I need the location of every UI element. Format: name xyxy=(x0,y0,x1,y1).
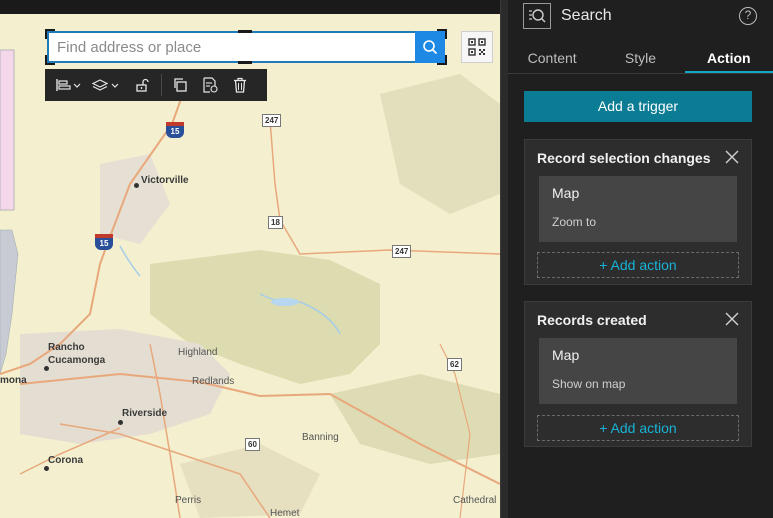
place-dot xyxy=(118,420,123,425)
place-label: Rancho xyxy=(48,342,85,353)
place-dot xyxy=(44,366,49,371)
tab-action[interactable]: Action xyxy=(684,42,773,73)
action-target: Map xyxy=(552,347,580,363)
unlock-icon xyxy=(136,78,149,92)
place-label: Cucamonga xyxy=(48,355,106,366)
action-item[interactable]: Map Show on map xyxy=(539,338,737,404)
app-root: Victorville Rancho Cucamonga Highland Re… xyxy=(0,0,773,518)
map-top-bar xyxy=(0,0,500,14)
resize-handle-top-left[interactable] xyxy=(45,29,55,39)
close-icon[interactable] xyxy=(725,312,739,326)
add-trigger-button[interactable]: Add a trigger xyxy=(524,91,752,122)
map-view[interactable]: Victorville Rancho Cucamonga Highland Re… xyxy=(0,0,500,518)
panel-tabs: Content Style Action xyxy=(508,42,773,74)
toolbar-divider xyxy=(161,74,162,96)
place-label: Corona xyxy=(48,455,83,466)
delete-button[interactable] xyxy=(226,69,254,101)
search-input[interactable] xyxy=(49,34,409,60)
place-dot xyxy=(134,183,139,188)
resize-handle-top-right[interactable] xyxy=(437,29,447,39)
close-icon[interactable] xyxy=(725,150,739,164)
copy-icon xyxy=(174,78,187,92)
search-icon xyxy=(529,9,546,23)
place-label: Highland xyxy=(178,347,218,358)
place-dot xyxy=(44,466,49,471)
tab-content[interactable]: Content xyxy=(508,42,596,73)
place-label: Perris xyxy=(175,495,202,506)
search-icon xyxy=(423,40,438,55)
resize-handle-bottom[interactable] xyxy=(238,61,252,64)
resize-handle-bottom-left[interactable] xyxy=(45,55,55,65)
route-shield: 247 xyxy=(262,114,282,127)
trigger-title: Record selection changes xyxy=(537,150,711,166)
resize-handle-bottom-right[interactable] xyxy=(437,55,447,65)
action-description: Show on map xyxy=(552,377,626,391)
settings-panel: Search ? Content Style Action Add a trig… xyxy=(508,0,773,518)
place-label: Redlands xyxy=(192,376,235,387)
interstate-shield: 15 xyxy=(95,234,113,250)
place-label: mona xyxy=(0,375,27,386)
layers-icon xyxy=(91,79,119,91)
align-left-icon xyxy=(56,79,81,91)
route-shield: 247 xyxy=(392,245,412,258)
save-template-button[interactable] xyxy=(194,69,226,101)
place-label: Hemet xyxy=(270,508,300,518)
trigger-card: Records created Map Show on map + Add ac… xyxy=(524,301,752,447)
widget-toolbar xyxy=(45,69,267,101)
route-shield: 62 xyxy=(447,358,462,371)
panel-splitter[interactable] xyxy=(500,0,508,518)
trigger-title: Records created xyxy=(537,312,647,328)
place-label: Banning xyxy=(302,432,339,443)
select-widget-button[interactable] xyxy=(461,31,493,63)
add-action-button[interactable]: + Add action xyxy=(537,252,739,278)
layer-order-button[interactable] xyxy=(85,69,127,101)
place-label: Cathedral xyxy=(453,495,497,506)
action-description: Zoom to xyxy=(552,215,597,229)
panel-header: Search ? xyxy=(508,0,773,32)
place-label: Victorville xyxy=(141,175,189,186)
lock-button[interactable] xyxy=(127,69,157,101)
route-shield: 18 xyxy=(268,216,283,229)
place-label: Riverside xyxy=(122,408,168,419)
search-widget-icon xyxy=(523,3,551,29)
trigger-card: Record selection changes Map Zoom to + A… xyxy=(524,139,752,285)
add-action-button[interactable]: + Add action xyxy=(537,415,739,441)
resize-handle-top[interactable] xyxy=(238,30,252,33)
panel-title: Search xyxy=(561,7,612,24)
action-item[interactable]: Map Zoom to xyxy=(539,176,737,242)
help-icon[interactable]: ? xyxy=(739,7,757,25)
interstate-shield: 15 xyxy=(166,122,184,138)
tab-style[interactable]: Style xyxy=(596,42,684,73)
action-target: Map xyxy=(552,185,580,201)
duplicate-button[interactable] xyxy=(166,69,194,101)
qr-grid-icon xyxy=(468,38,486,56)
trash-icon xyxy=(234,77,246,93)
save-template-icon xyxy=(203,77,218,93)
align-button[interactable] xyxy=(51,69,85,101)
search-widget[interactable] xyxy=(45,29,447,65)
route-shield: 60 xyxy=(245,438,260,451)
